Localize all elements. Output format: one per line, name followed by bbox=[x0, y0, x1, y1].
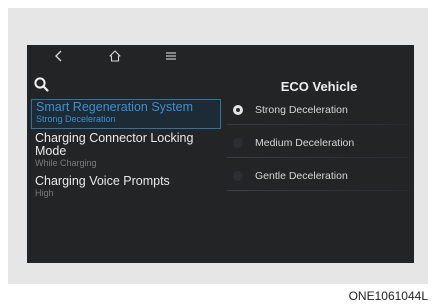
radio-unselected[interactable] bbox=[233, 171, 243, 181]
menu-item-charging-voice-prompts[interactable]: Charging Voice Prompts High bbox=[31, 174, 221, 202]
figure-code: ONE1061044L bbox=[348, 289, 428, 303]
settings-menu: Smart Regeneration System Strong Deceler… bbox=[31, 99, 221, 202]
top-bar bbox=[27, 45, 414, 69]
menu-item-value: High bbox=[35, 188, 54, 198]
infotainment-screen: Smart Regeneration System Strong Deceler… bbox=[27, 45, 414, 263]
radio-unselected[interactable] bbox=[233, 138, 243, 148]
divider bbox=[227, 124, 409, 125]
menu-item-title: Smart Regeneration System bbox=[36, 100, 194, 114]
divider bbox=[227, 157, 409, 158]
option-gentle-deceleration[interactable]: Gentle Deceleration bbox=[227, 163, 407, 189]
back-button[interactable] bbox=[47, 47, 71, 65]
menu-icon bbox=[166, 52, 176, 60]
option-label: Medium Deceleration bbox=[255, 137, 355, 149]
radio-selected[interactable] bbox=[233, 105, 243, 115]
chevron-left-icon bbox=[55, 50, 62, 62]
divider bbox=[227, 190, 409, 191]
menu-button[interactable] bbox=[159, 47, 183, 65]
search-button[interactable] bbox=[33, 76, 51, 94]
search-icon bbox=[34, 77, 49, 92]
option-medium-deceleration[interactable]: Medium Deceleration bbox=[227, 130, 407, 156]
option-label: Gentle Deceleration bbox=[255, 170, 348, 182]
menu-item-charging-connector-locking[interactable]: Charging Connector Locking Mode While Ch… bbox=[31, 131, 221, 172]
option-strong-deceleration[interactable]: Strong Deceleration bbox=[227, 97, 407, 123]
menu-item-title: Charging Connector Locking Mode bbox=[35, 131, 194, 158]
menu-item-value: Strong Deceleration bbox=[36, 114, 116, 124]
option-label: Strong Deceleration bbox=[255, 104, 348, 116]
home-button[interactable] bbox=[103, 47, 127, 65]
home-icon bbox=[109, 50, 121, 62]
menu-item-smart-regeneration[interactable]: Smart Regeneration System Strong Deceler… bbox=[31, 99, 221, 129]
menu-item-title: Charging Voice Prompts bbox=[35, 174, 170, 188]
menu-item-value: While Charging bbox=[35, 158, 97, 168]
panel-title: ECO Vehicle bbox=[280, 79, 358, 94]
